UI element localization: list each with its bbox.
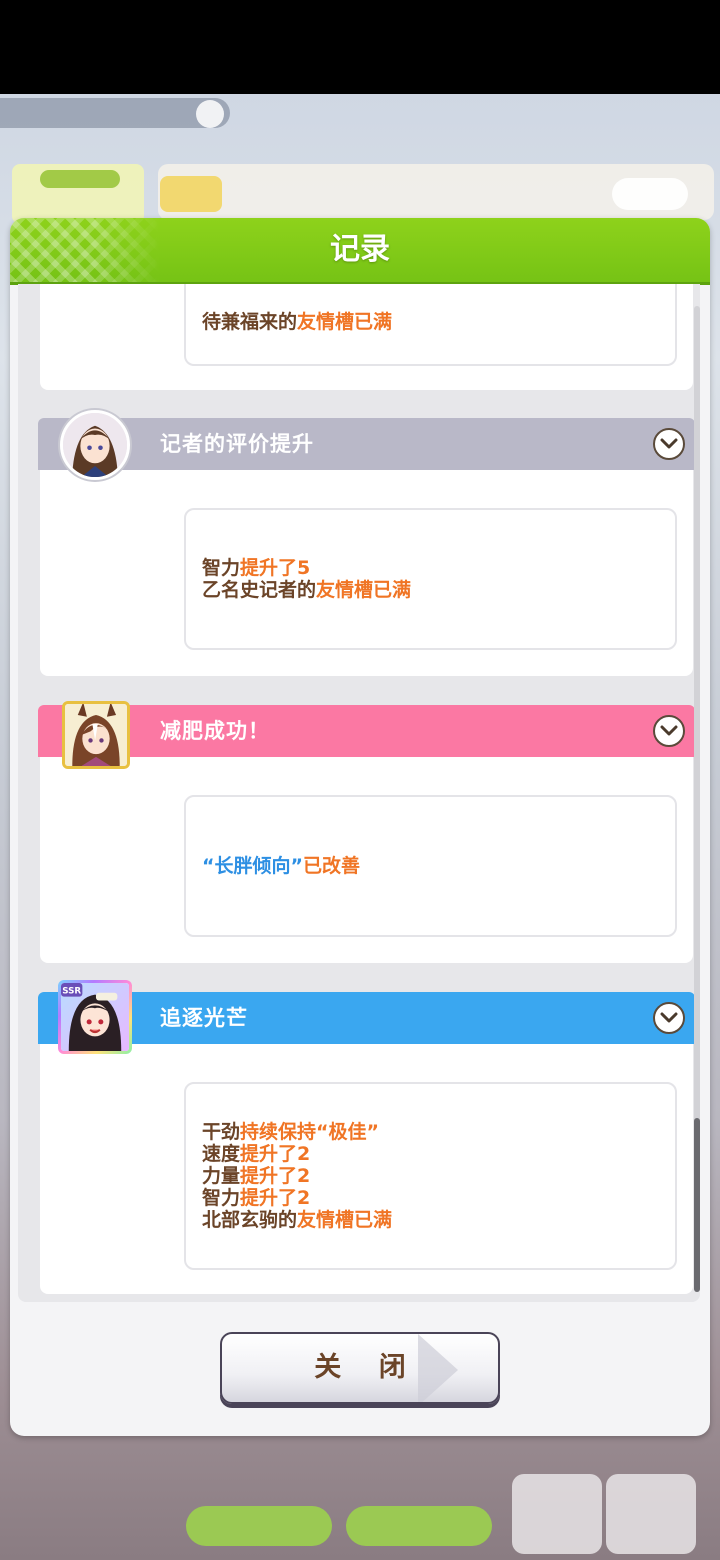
umamusume-portrait-icon <box>65 704 127 766</box>
card-header[interactable]: 记者的评价提升 <box>38 418 695 470</box>
record-line: 干劲持续保持“极佳” <box>202 1121 379 1143</box>
card-title: 记者的评价提升 <box>160 432 314 456</box>
expand-toggle-button[interactable] <box>653 428 685 460</box>
record-list[interactable]: 待兼福来的友情槽已满 记者的评价提升 智力提升了5 乙名史记者的友情槽已满 减肥… <box>18 284 700 1302</box>
status-bar <box>0 0 720 94</box>
expand-toggle-button[interactable] <box>653 715 685 747</box>
umamusume-avatar <box>62 701 130 769</box>
record-line: 待兼福来的友情槽已满 <box>202 311 393 333</box>
record-line: 北部玄驹的友情槽已满 <box>202 1209 393 1231</box>
record-line: “长胖倾向”已改善 <box>202 855 360 877</box>
chevron-down-icon <box>660 438 678 449</box>
ssr-badge: SSR <box>62 987 81 997</box>
chevron-down-icon <box>660 725 678 736</box>
scrollbar-thumb[interactable] <box>694 1118 700 1292</box>
record-card: 待兼福来的友情槽已满 <box>40 284 693 390</box>
record-line: 智力提升了2 <box>202 1187 311 1209</box>
record-card-chasing-light: 追逐光芒 SSR 干劲持续保持“极佳” 速度提升了2 力量提升了2 智力提升了2… <box>38 983 695 1294</box>
record-card-reporter: 记者的评价提升 智力提升了5 乙名史记者的友情槽已满 <box>38 410 695 676</box>
record-dialog: 记录 待兼福来的友情槽已满 记者的评价提升 智力提升了5 乙名史记者的友情槽已满… <box>10 218 710 1436</box>
expand-toggle-button[interactable] <box>653 1002 685 1034</box>
close-button-label: 关 闭 <box>314 1352 420 1383</box>
card-title: 减肥成功！ <box>160 719 270 743</box>
record-message: 智力提升了5 乙名史记者的友情槽已满 <box>184 508 677 650</box>
record-message: 干劲持续保持“极佳” 速度提升了2 力量提升了2 智力提升了2 北部玄驹的友情槽… <box>184 1082 677 1270</box>
reporter-portrait-icon <box>63 413 127 477</box>
record-card-diet: 减肥成功！ “长胖倾向”已改善 <box>38 701 695 963</box>
ssr-support-card-icon: SSR <box>61 983 129 1051</box>
close-button[interactable]: 关 闭 <box>220 1332 500 1404</box>
record-line: 智力提升了5 <box>202 557 311 579</box>
record-line: 速度提升了2 <box>202 1143 311 1165</box>
ssr-support-card-avatar: SSR <box>58 980 132 1054</box>
record-line: 乙名史记者的友情槽已满 <box>202 579 412 601</box>
card-header[interactable]: 追逐光芒 <box>38 992 695 1044</box>
record-line: 力量提升了2 <box>202 1165 311 1187</box>
chevron-down-icon <box>660 1012 678 1023</box>
dialog-title: 记录 <box>330 232 390 267</box>
record-message: “长胖倾向”已改善 <box>184 795 677 937</box>
dialog-header: 记录 <box>10 218 710 285</box>
card-title: 追逐光芒 <box>160 1006 248 1030</box>
reporter-avatar <box>60 410 130 480</box>
record-message: 待兼福来的友情槽已满 <box>184 284 677 366</box>
card-header[interactable]: 减肥成功！ <box>38 705 695 757</box>
